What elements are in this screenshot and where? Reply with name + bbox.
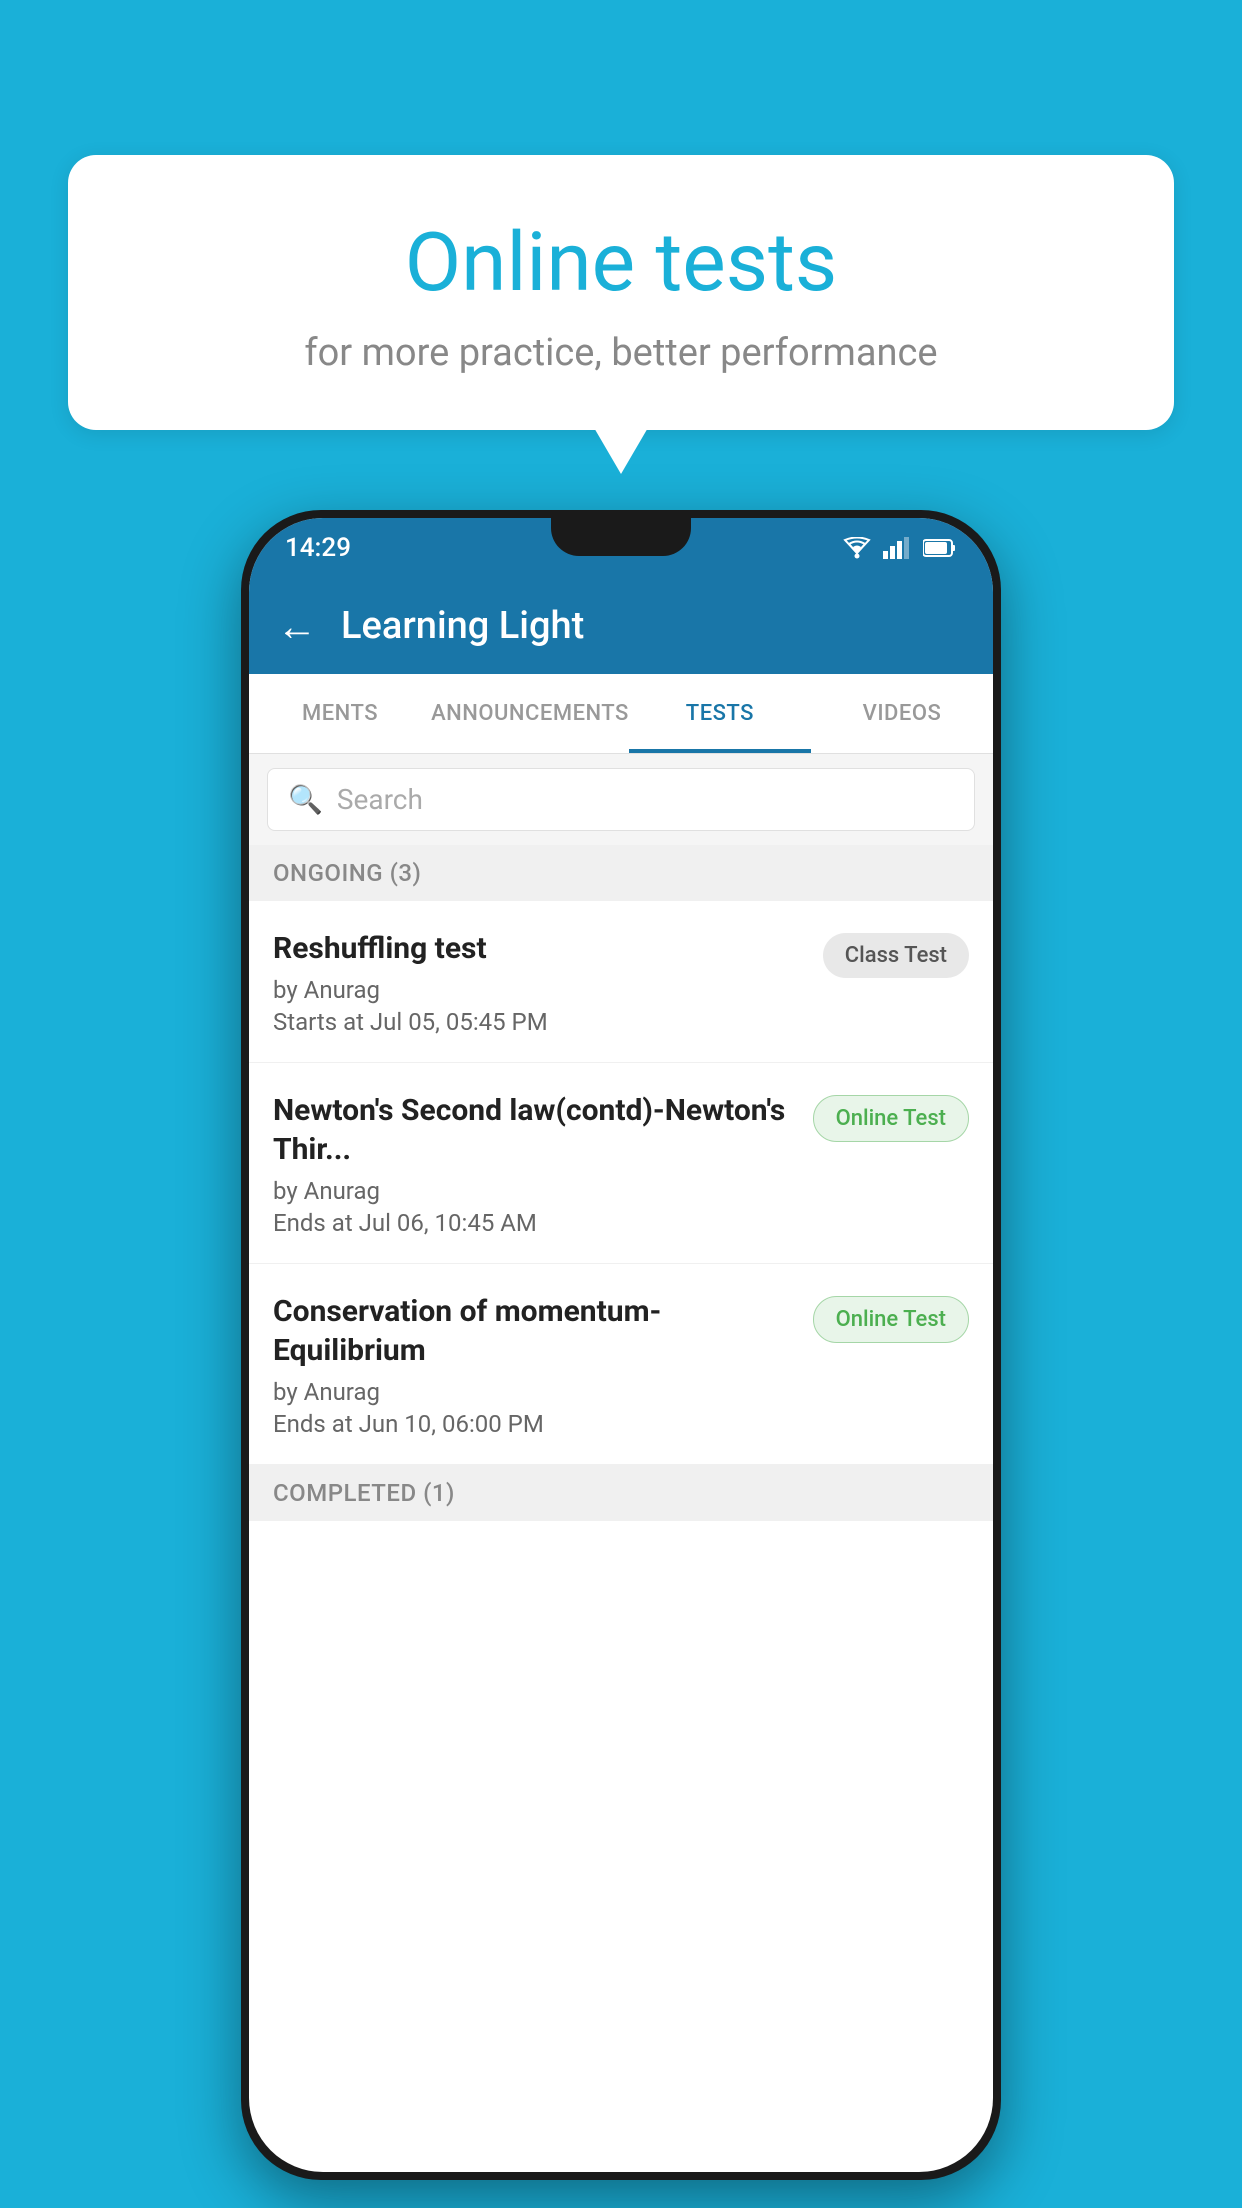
search-icon: 🔍 (288, 783, 323, 816)
test-item-2-content: Newton's Second law(contd)-Newton's Thir… (273, 1091, 797, 1237)
status-time: 14:29 (285, 533, 351, 563)
tabs-bar: MENTS ANNOUNCEMENTS TESTS VIDEOS (249, 674, 993, 754)
test-item-1-by: by Anurag (273, 976, 807, 1004)
test-item-3-by: by Anurag (273, 1378, 797, 1406)
test-item-2[interactable]: Newton's Second law(contd)-Newton's Thir… (249, 1063, 993, 1264)
tab-ments[interactable]: MENTS (249, 674, 431, 753)
status-bar: 14:29 (249, 518, 993, 578)
bubble-title: Online tests (108, 215, 1134, 311)
test-item-3-content: Conservation of momentum-Equilibrium by … (273, 1292, 797, 1438)
test-item-3-title: Conservation of momentum-Equilibrium (273, 1292, 797, 1370)
search-input-wrap[interactable]: 🔍 Search (267, 768, 975, 831)
app-bar: ← Learning Light (249, 578, 993, 674)
bubble-subtitle: for more practice, better performance (108, 331, 1134, 375)
test-item-2-title: Newton's Second law(contd)-Newton's Thir… (273, 1091, 797, 1169)
tab-announcements[interactable]: ANNOUNCEMENTS (431, 674, 629, 753)
speech-bubble: Online tests for more practice, better p… (68, 155, 1174, 430)
search-placeholder: Search (337, 783, 423, 816)
ongoing-section-header: ONGOING (3) (249, 845, 993, 901)
phone-frame: 14:29 (241, 510, 1001, 2180)
battery-icon (923, 538, 957, 558)
test-item-1-content: Reshuffling test by Anurag Starts at Jul… (273, 929, 807, 1036)
search-container: 🔍 Search (249, 754, 993, 845)
test-list: Reshuffling test by Anurag Starts at Jul… (249, 901, 993, 1465)
test-item-2-date: Ends at Jul 06, 10:45 AM (273, 1209, 797, 1237)
test-item-2-by: by Anurag (273, 1177, 797, 1205)
ongoing-header-text: ONGOING (3) (273, 859, 421, 887)
completed-section-header: COMPLETED (1) (249, 1465, 993, 1521)
notch (551, 518, 691, 556)
test-item-1-badge: Class Test (823, 933, 969, 978)
phone-screen: 14:29 (249, 518, 993, 2172)
tab-tests[interactable]: TESTS (629, 674, 811, 753)
test-item-1-title: Reshuffling test (273, 929, 807, 968)
test-item-1[interactable]: Reshuffling test by Anurag Starts at Jul… (249, 901, 993, 1063)
test-item-2-badge: Online Test (813, 1095, 969, 1142)
test-item-3-date: Ends at Jun 10, 06:00 PM (273, 1410, 797, 1438)
status-icons (843, 537, 957, 559)
back-button[interactable]: ← (277, 603, 317, 650)
signal-icon (883, 537, 911, 559)
test-item-3-badge: Online Test (813, 1296, 969, 1343)
speech-bubble-container: Online tests for more practice, better p… (68, 155, 1174, 430)
wifi-icon (843, 537, 871, 559)
test-item-3[interactable]: Conservation of momentum-Equilibrium by … (249, 1264, 993, 1465)
tab-videos[interactable]: VIDEOS (811, 674, 993, 753)
completed-header-text: COMPLETED (1) (273, 1479, 455, 1507)
app-bar-title: Learning Light (341, 604, 584, 648)
test-item-1-date: Starts at Jul 05, 05:45 PM (273, 1008, 807, 1036)
